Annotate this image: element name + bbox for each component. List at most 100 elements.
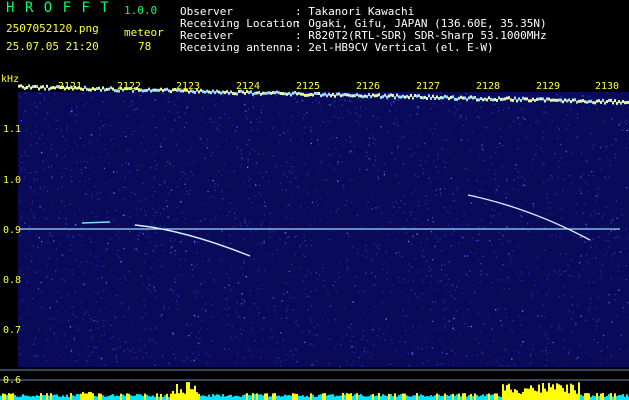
top-band-segment — [486, 98, 488, 102]
noise-dot — [497, 189, 499, 192]
noise-dot — [475, 240, 478, 242]
noise-dot — [239, 328, 242, 330]
noise-dot — [186, 107, 188, 109]
noise-dot — [113, 192, 115, 194]
top-band-segment — [576, 100, 578, 104]
noise-dot — [514, 366, 516, 368]
noise-dot — [30, 144, 32, 146]
noise-dot — [472, 334, 475, 336]
noise-dot — [41, 241, 43, 243]
noise-dot — [588, 106, 590, 109]
histogram-bar — [278, 395, 280, 400]
histogram-bar — [440, 396, 442, 400]
noise-dot — [318, 274, 321, 276]
noise-dot — [329, 338, 331, 340]
histogram-bar — [492, 394, 494, 400]
top-band-segment — [270, 91, 272, 95]
noise-dot — [136, 169, 139, 172]
noise-dot — [170, 237, 172, 239]
noise-dot — [340, 343, 342, 346]
histogram-bar — [8, 393, 10, 400]
noise-dot — [603, 254, 605, 256]
noise-dot — [306, 112, 308, 114]
noise-dot — [407, 300, 410, 302]
noise-dot — [598, 188, 600, 190]
noise-dot — [549, 214, 551, 216]
noise-dot — [588, 281, 590, 283]
noise-dot — [19, 353, 22, 356]
noise-dot — [591, 171, 593, 173]
noise-dot — [513, 363, 515, 365]
noise-dot — [124, 213, 127, 216]
noise-dot — [344, 204, 347, 207]
noise-dot — [586, 226, 588, 228]
noise-dot — [123, 100, 125, 103]
noise-dot — [212, 151, 214, 154]
noise-dot — [517, 340, 519, 343]
noise-dot — [296, 101, 298, 103]
noise-dot — [339, 261, 341, 264]
noise-dot — [285, 353, 288, 356]
noise-dot — [108, 115, 110, 118]
noise-dot — [63, 296, 65, 298]
noise-dot — [421, 293, 424, 295]
noise-dot — [376, 253, 378, 255]
noise-dot — [73, 298, 75, 301]
noise-dot — [326, 289, 328, 291]
histogram-bar — [322, 393, 324, 400]
noise-dot — [71, 110, 73, 113]
noise-dot — [346, 269, 348, 271]
noise-dot — [323, 179, 325, 181]
noise-dot — [236, 126, 238, 128]
noise-dot — [258, 308, 261, 310]
noise-dot — [266, 124, 268, 126]
noise-dot — [90, 241, 92, 243]
noise-dot — [490, 179, 492, 181]
top-band-segment — [352, 94, 354, 98]
noise-dot — [169, 132, 172, 134]
noise-dot — [244, 222, 246, 225]
noise-dot — [480, 274, 482, 276]
noise-dot — [196, 264, 198, 266]
histogram-bar — [552, 384, 554, 400]
noise-dot — [41, 305, 43, 308]
noise-dot — [61, 278, 64, 280]
noise-dot — [101, 276, 103, 278]
histogram-bar — [160, 394, 162, 400]
noise-dot — [444, 235, 447, 237]
noise-dot — [402, 163, 405, 165]
noise-dot — [506, 181, 508, 184]
noise-dot — [218, 170, 220, 173]
top-band-segment — [310, 93, 312, 96]
noise-dot — [198, 221, 200, 224]
noise-dot — [208, 355, 210, 357]
noise-dot — [380, 339, 382, 341]
noise-dot — [31, 203, 33, 205]
noise-dot — [458, 279, 460, 281]
top-band-segment — [346, 93, 348, 97]
noise-dot — [18, 347, 20, 349]
noise-dot — [359, 98, 361, 100]
noise-dot — [378, 356, 381, 358]
noise-dot — [459, 103, 461, 105]
noise-dot — [103, 290, 105, 292]
noise-dot — [495, 189, 497, 191]
noise-dot — [350, 112, 352, 114]
noise-dot — [102, 319, 104, 322]
noise-dot — [121, 164, 123, 166]
noise-dot — [487, 314, 489, 316]
noise-dot — [261, 351, 263, 353]
noise-dot — [453, 112, 456, 114]
noise-dot — [407, 353, 410, 355]
noise-dot — [453, 298, 456, 300]
noise-dot — [375, 145, 377, 148]
noise-dot — [330, 304, 333, 306]
noise-dot — [274, 97, 277, 99]
top-band-segment — [372, 93, 374, 97]
top-band-segment — [300, 92, 302, 96]
noise-dot — [317, 168, 319, 171]
noise-dot — [52, 317, 54, 319]
noise-dot — [61, 176, 63, 178]
histogram-bar — [576, 393, 578, 400]
noise-dot — [590, 214, 592, 216]
